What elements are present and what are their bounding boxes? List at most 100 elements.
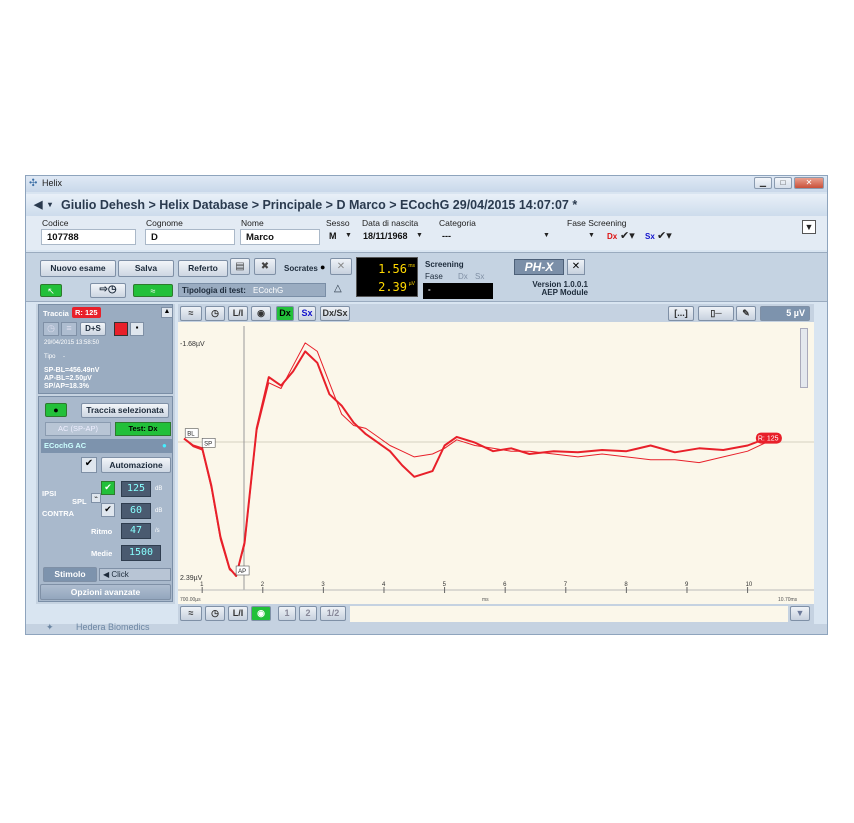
contra-db-value[interactable]: 60 bbox=[121, 503, 151, 519]
pin-icon[interactable]: ▪ bbox=[130, 322, 144, 336]
traccia-badge: R: 125 bbox=[72, 307, 101, 318]
eye-icon[interactable]: ◉ bbox=[251, 606, 271, 621]
chevron-down-icon[interactable]: ▼ bbox=[588, 232, 595, 239]
chevron-down-icon[interactable]: ▾ bbox=[48, 200, 52, 209]
series-line-2[interactable] bbox=[183, 342, 779, 576]
close-icon[interactable]: ✕ bbox=[567, 259, 585, 275]
automazione-button[interactable]: Automazione bbox=[101, 457, 171, 473]
codice-label: Codice bbox=[42, 218, 69, 228]
y-top-label: -1.68µV bbox=[180, 341, 205, 348]
vertical-scrollbar[interactable] bbox=[800, 328, 808, 388]
wave-button[interactable]: ≈ bbox=[133, 284, 173, 297]
ipsi-check[interactable]: ✔ bbox=[101, 481, 115, 495]
waveform-icon[interactable]: ≈ bbox=[180, 606, 202, 621]
nome-field[interactable]: Marco bbox=[240, 229, 320, 245]
spl-label: SPL bbox=[72, 497, 87, 506]
tools-icon[interactable]: ✖ bbox=[254, 258, 276, 275]
x-tick-label-7: 7 bbox=[564, 582, 568, 588]
chevron-down-icon[interactable]: ▼ bbox=[345, 232, 352, 239]
pencil-icon[interactable]: ✎ bbox=[736, 306, 756, 321]
lcd-ms-unit: ms bbox=[408, 263, 415, 269]
x-tick-label-6: 6 bbox=[503, 582, 507, 588]
traccia-selezionata-button[interactable]: Traccia selezionata bbox=[81, 403, 169, 418]
version-info: Version 1.0.0.1 AEP Module bbox=[514, 281, 588, 297]
contra-check[interactable]: ✔ bbox=[101, 503, 115, 517]
more-button[interactable]: [...] bbox=[668, 306, 694, 321]
link-icon[interactable]: ⌁ bbox=[91, 493, 101, 503]
categoria-select[interactable]: --- bbox=[439, 229, 559, 245]
waveform-plot[interactable]: 1 2 3 4 5 6 7 8 9 10 -1.68µV 2.39µV 700.00µs 10.7… bbox=[178, 322, 814, 604]
close-button[interactable]: ✕ bbox=[794, 177, 824, 189]
collapse-icon[interactable]: ▲ bbox=[161, 307, 173, 318]
tipologia-value: ECochG bbox=[253, 286, 284, 295]
cognome-field[interactable]: D bbox=[145, 229, 235, 245]
click-select[interactable]: ◀ Click bbox=[99, 568, 171, 581]
hedera-logo-icon: ✦ bbox=[46, 622, 54, 632]
y-bottom-label: 2.39µV bbox=[180, 575, 203, 582]
marker-sp[interactable]: SP bbox=[204, 441, 212, 447]
li-button[interactable]: L/I bbox=[228, 306, 248, 321]
traccia-panel: Traccia R: 125 ▲ ◷ ≡ D+S ▪ 29/04/2015 13… bbox=[38, 304, 173, 394]
sx-check-icon[interactable]: ✔▾ bbox=[657, 229, 672, 242]
chevron-down-icon[interactable]: ▼ bbox=[543, 232, 550, 239]
dx-check-icon[interactable]: ✔▾ bbox=[620, 229, 635, 242]
back-arrow-icon[interactable]: ◀ bbox=[34, 198, 42, 211]
slider-icon[interactable]: ▯─ bbox=[698, 306, 734, 321]
marker-bl[interactable]: BL bbox=[187, 432, 195, 438]
stimolo-button[interactable]: Stimolo bbox=[43, 567, 97, 582]
medie-label: Medie bbox=[91, 549, 113, 558]
nascita-select[interactable]: 18/11/1968 bbox=[360, 229, 422, 245]
minimize-button[interactable]: ▁ bbox=[754, 177, 772, 189]
series-group: R: 125 bbox=[183, 342, 782, 577]
marker-ap[interactable]: AP bbox=[238, 569, 246, 575]
pointer-button[interactable]: ↖ bbox=[40, 284, 62, 297]
page-one-button[interactable]: 1 bbox=[278, 606, 296, 621]
expand-button[interactable]: ▼ bbox=[802, 220, 816, 234]
ritmo-value[interactable]: 47 bbox=[121, 523, 151, 539]
li-button[interactable]: L/I bbox=[228, 606, 248, 621]
salva-button[interactable]: Salva bbox=[118, 260, 174, 277]
sx-toggle[interactable]: Sx bbox=[298, 306, 316, 321]
codice-field[interactable]: 107788 bbox=[41, 229, 136, 245]
cognome-label: Cognome bbox=[146, 218, 183, 228]
chart-toolbar: ≈ ◷ L/I ◉ Dx Sx Dx/Sx [...] ▯─ ✎ 5 µV bbox=[178, 304, 814, 322]
print-icon[interactable]: ▤ bbox=[230, 258, 250, 275]
fase-value: - bbox=[423, 283, 493, 299]
gain-display[interactable]: 5 µV bbox=[760, 306, 810, 321]
expand-down-icon[interactable]: ▼ bbox=[790, 606, 810, 621]
page-two-button[interactable]: 2 bbox=[299, 606, 317, 621]
gain-unit: µV bbox=[793, 308, 805, 318]
medie-value[interactable]: 1500 bbox=[121, 545, 161, 561]
swap-icon[interactable]: ⇨◷ bbox=[90, 283, 126, 298]
dxsx-toggle[interactable]: Dx/Sx bbox=[320, 306, 350, 321]
opzioni-avanzate-button[interactable]: Opzioni avanzate bbox=[40, 584, 171, 600]
eye-icon[interactable]: ◉ bbox=[251, 306, 271, 321]
x-end-label: 10.70ms bbox=[778, 597, 798, 603]
clock-icon[interactable]: ◷ bbox=[43, 322, 59, 336]
tipo-label: Tipo bbox=[44, 354, 56, 360]
test-dx-button[interactable]: Test: Dx bbox=[115, 422, 171, 436]
nuovo-esame-button[interactable]: Nuovo esame bbox=[40, 260, 116, 277]
waveform-icon[interactable]: ≈ bbox=[180, 306, 202, 321]
dps-button[interactable]: D+S bbox=[80, 322, 106, 336]
referto-button[interactable]: Referto bbox=[178, 260, 228, 277]
footer-brand: Hedera Biomedics bbox=[76, 622, 150, 632]
ac-button[interactable]: AC (SP-AP) bbox=[45, 422, 111, 436]
ipsi-db-value[interactable]: 125 bbox=[121, 481, 151, 497]
automazione-check[interactable]: ✔ bbox=[81, 457, 97, 473]
record-button[interactable]: ● bbox=[45, 403, 67, 417]
dx-toggle[interactable]: Dx bbox=[276, 306, 294, 321]
stack-icon[interactable]: ≡ bbox=[61, 322, 77, 336]
chevron-down-icon[interactable]: ▼ bbox=[416, 232, 423, 239]
maximize-button[interactable]: □ bbox=[774, 177, 792, 189]
clock-icon[interactable]: ◷ bbox=[205, 306, 225, 321]
breadcrumb-path: Giulio Dehesh > Helix Database > Princip… bbox=[61, 198, 578, 212]
phx-logo: PH-X bbox=[514, 259, 564, 275]
chart-area: ≈ ◷ L/I ◉ Dx Sx Dx/Sx [...] ▯─ ✎ 5 µV 12… bbox=[178, 304, 814, 604]
clock-icon[interactable]: ◷ bbox=[205, 606, 225, 621]
trace-color-swatch[interactable] bbox=[114, 322, 128, 336]
comment-field[interactable] bbox=[350, 606, 788, 622]
socrates-label: Socrates bbox=[284, 264, 318, 273]
ecochg-ac-row[interactable]: ECochG AC bbox=[41, 439, 172, 453]
page-half-button[interactable]: 1/2 bbox=[320, 606, 346, 621]
